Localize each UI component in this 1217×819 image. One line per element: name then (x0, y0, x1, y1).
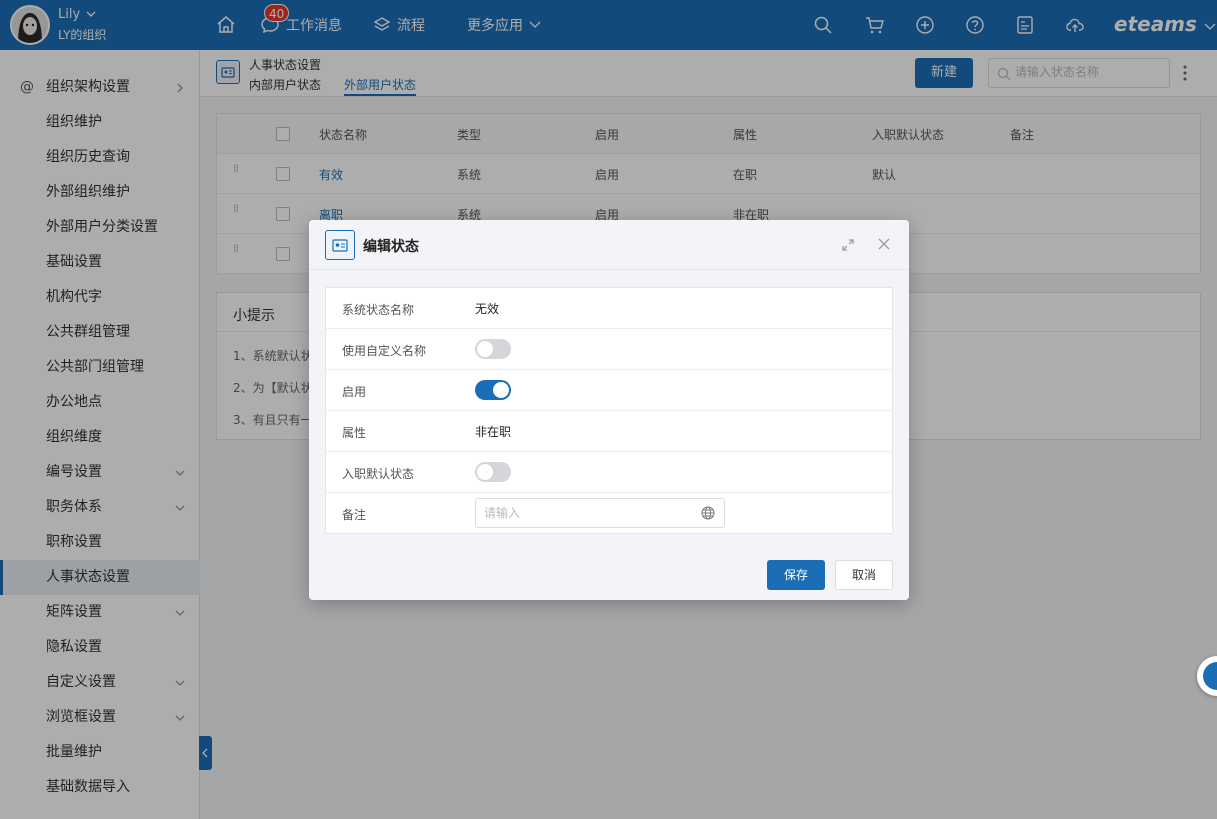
form-row-system-name: 系统状态名称 无效 (326, 288, 892, 329)
form-row-attribute: 属性 非在职 (326, 411, 892, 452)
field-label: 使用自定义名称 (342, 344, 427, 358)
field-label: 备注 (342, 508, 367, 522)
form-row-enabled: 启用 (326, 370, 892, 411)
field-label: 系统状态名称 (342, 303, 415, 317)
field-label: 入职默认状态 (342, 467, 415, 481)
toggle-knob (477, 341, 493, 357)
form-row-default-status: 入职默认状态 (326, 452, 892, 493)
form-row-remark: 备注 (326, 493, 892, 534)
expand-icon[interactable] (840, 237, 856, 257)
dialog-header: 编辑状态 (309, 220, 909, 270)
field-label: 启用 (342, 385, 367, 399)
default-status-toggle[interactable] (475, 462, 511, 482)
cancel-button[interactable]: 取消 (835, 560, 893, 590)
edit-status-dialog: 编辑状态 系统状态名称 无效 使用自定义名称 启用 属性 非在职 入职默认状态 (309, 220, 909, 600)
dialog-title: 编辑状态 (363, 239, 419, 255)
close-icon[interactable] (877, 237, 891, 255)
dialog-icon (325, 230, 355, 260)
edit-status-form: 系统状态名称 无效 使用自定义名称 启用 属性 非在职 入职默认状态 备注 (325, 287, 893, 534)
enabled-toggle[interactable] (475, 380, 511, 400)
toggle-knob (493, 382, 509, 398)
custom-name-toggle[interactable] (475, 339, 511, 359)
remark-field[interactable] (475, 498, 725, 528)
field-label: 属性 (342, 426, 367, 440)
toggle-knob (477, 464, 493, 480)
system-name-value: 无效 (475, 302, 500, 316)
remark-input[interactable] (484, 506, 694, 520)
attribute-value: 非在职 (475, 425, 512, 439)
globe-icon[interactable] (701, 506, 715, 524)
bug-icon (1203, 662, 1217, 690)
save-button[interactable]: 保存 (767, 560, 825, 590)
form-row-custom-name: 使用自定义名称 (326, 329, 892, 370)
